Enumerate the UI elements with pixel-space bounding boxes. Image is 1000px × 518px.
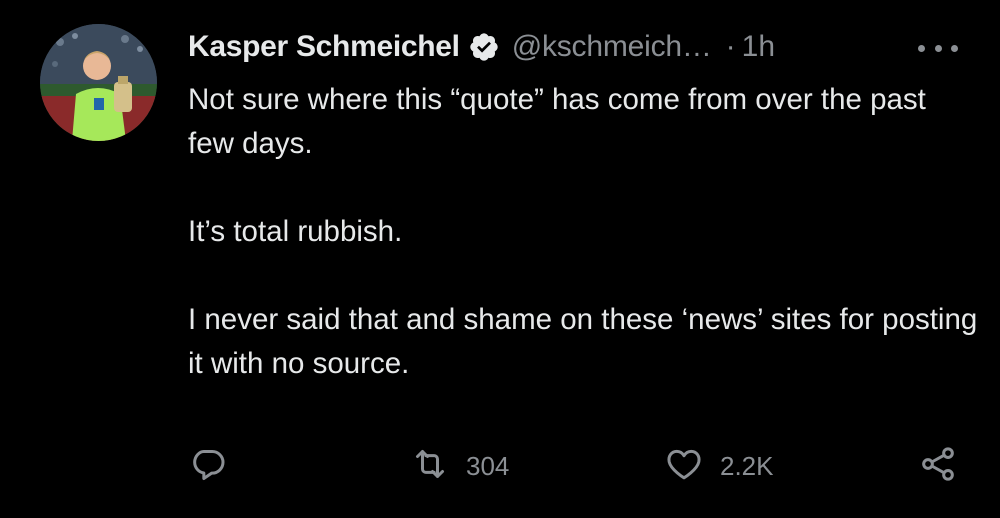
like-button[interactable]: 2.2K [664, 446, 774, 486]
tweet-paragraph: It’s total rubbish. [188, 215, 403, 248]
tweet-header: Kasper Schmeichel @kschmeich… · 1h [188, 26, 775, 68]
tweet-paragraph: Not sure where this “quote” has come fro… [188, 83, 926, 160]
avatar[interactable] [40, 24, 157, 141]
more-dots-icon[interactable] [918, 38, 958, 58]
tweet-paragraph: I never said that and shame on these ‘ne… [188, 303, 978, 380]
share-icon [918, 444, 958, 489]
retweet-button[interactable]: 304 [410, 446, 509, 486]
retweet-count: 304 [466, 450, 510, 481]
user-handle[interactable]: @kschmeich… [512, 30, 712, 64]
timestamp[interactable]: 1h [742, 30, 775, 64]
reply-button[interactable] [188, 446, 228, 486]
display-name[interactable]: Kasper Schmeichel [188, 30, 460, 64]
heart-icon [664, 444, 704, 489]
tweet[interactable]: Kasper Schmeichel @kschmeich… · 1h Not s… [0, 0, 1000, 518]
tweet-actions: 304 2.2K [188, 446, 958, 486]
share-button[interactable] [918, 446, 958, 486]
retweet-icon [410, 444, 450, 489]
verified-badge-icon [468, 31, 500, 63]
like-count: 2.2K [720, 450, 774, 481]
reply-icon [188, 444, 228, 489]
separator-dot: · [725, 30, 736, 63]
tweet-text: Not sure where this “quote” has come fro… [188, 78, 978, 386]
